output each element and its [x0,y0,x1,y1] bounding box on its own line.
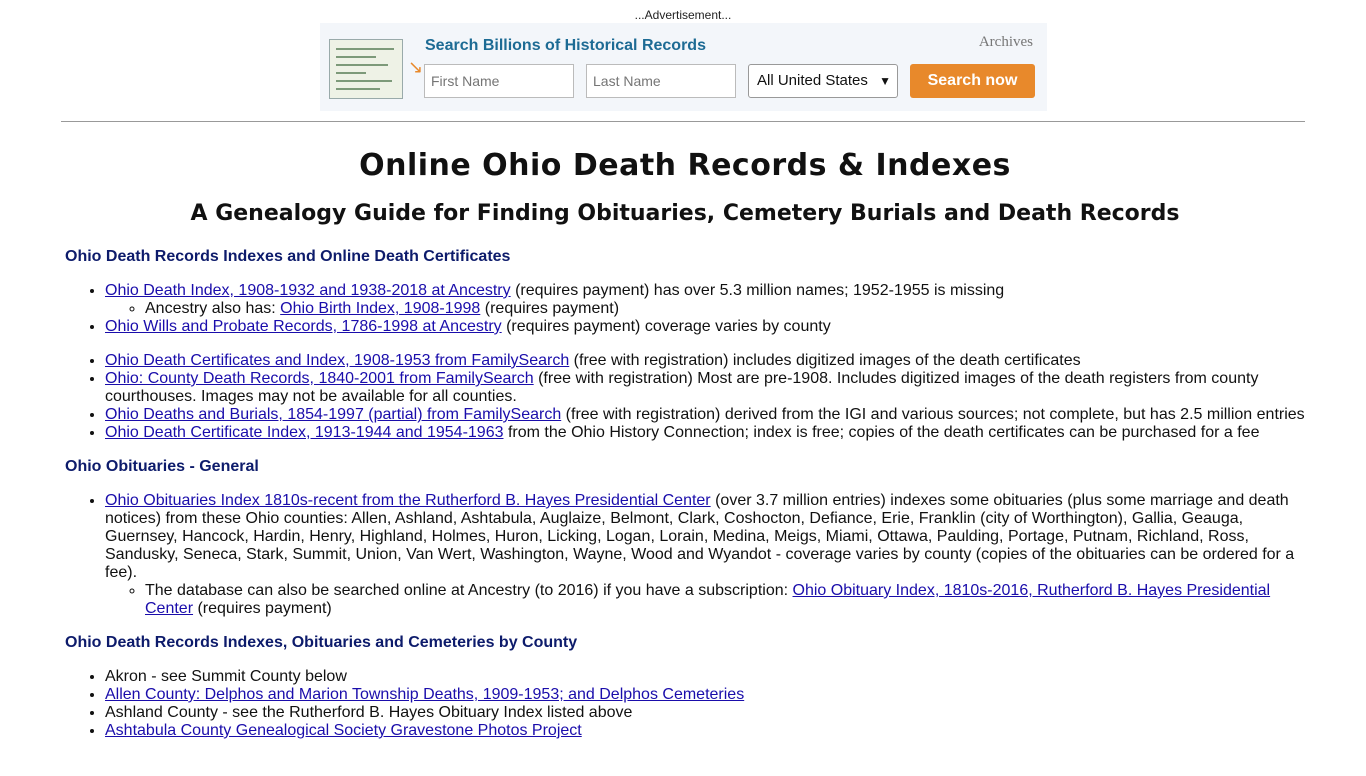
item-text: Akron - see Summit County below [105,668,347,685]
link[interactable]: Ohio Death Index, 1908-1932 and 1938-201… [105,282,511,299]
section-list: Akron - see Summit County below Allen Co… [65,668,1305,740]
page-subtitle: A Genealogy Guide for Finding Obituaries… [190,201,1180,226]
link[interactable]: Ohio Deaths and Burials, 1854-1997 (part… [105,406,561,423]
record-thumbnail-icon [329,39,403,99]
header-divider [61,121,1305,122]
link[interactable]: Ashtabula County Genealogical Society Gr… [105,722,582,739]
list-item: Ohio: County Death Records, 1840-2001 fr… [105,370,1305,406]
list-spacer [105,336,1305,352]
first-name-input[interactable] [424,64,574,98]
item-text: (requires payment) coverage varies by co… [501,318,831,335]
sub-list-item: The database can also be searched online… [145,582,1305,618]
sub-list-item: Ancestry also has: Ohio Birth Index, 190… [145,300,1305,318]
item-prefix: The database can also be searched online… [145,582,793,599]
link[interactable]: Ohio Death Certificate Index, 1913-1944 … [105,424,504,441]
section-list: Ohio Obituaries Index 1810s-recent from … [65,492,1305,618]
item-text: from the Ohio History Connection; index … [503,424,1260,441]
last-name-input[interactable] [586,64,736,98]
page-title: Online Ohio Death Records & Indexes [359,148,1011,183]
section-list: Ohio Death Index, 1908-1932 and 1938-201… [65,282,1305,442]
item-text: (requires payment) has over 5.3 million … [510,282,1005,299]
section-heading: Ohio Obituaries - General [65,458,259,475]
list-item: Ohio Death Index, 1908-1932 and 1938-201… [105,282,1305,318]
search-now-button[interactable]: Search now [910,64,1035,98]
list-item: Ashland County - see the Rutherford B. H… [105,704,1305,722]
section-heading: Ohio Death Records Indexes, Obituaries a… [65,634,578,651]
location-select-value: All United States [757,72,868,89]
list-item: Ohio Wills and Probate Records, 1786-199… [105,318,1305,336]
link[interactable]: Ohio: County Death Records, 1840-2001 fr… [105,370,534,387]
link[interactable]: Ohio Obituaries Index 1810s-recent from … [105,492,711,509]
archives-logo[interactable]: Archives [979,34,1033,51]
main-content: Online Ohio Death Records & Indexes A Ge… [65,138,1305,740]
link[interactable]: Allen County: Delphos and Marion Townshi… [105,686,744,703]
link[interactable]: Ohio Birth Index, 1908-1998 [280,300,480,317]
item-text: (free with registration) includes digiti… [569,352,1081,369]
ad-title: Search Billions of Historical Records [425,37,706,54]
item-text: Ashland County - see the Rutherford B. H… [105,704,633,721]
link[interactable]: Ohio Wills and Probate Records, 1786-199… [105,318,502,335]
list-item: Ashtabula County Genealogical Society Gr… [105,722,1305,740]
list-item: Allen County: Delphos and Marion Townshi… [105,686,1305,704]
section-heading: Ohio Death Records Indexes and Online De… [65,248,511,265]
link[interactable]: Ohio Death Certificates and Index, 1908-… [105,352,569,369]
advertisement-label: ...Advertisement... [634,8,732,22]
item-text: (free with registration) derived from th… [561,406,1305,423]
arrow-icon: ↘ [408,57,424,77]
list-item: Ohio Deaths and Burials, 1854-1997 (part… [105,406,1305,424]
item-prefix: Ancestry also has: [145,300,281,317]
item-text: (requires payment) [193,600,332,617]
chevron-down-icon: ▼ [879,74,891,88]
list-item: Akron - see Summit County below [105,668,1305,686]
location-select[interactable]: All United States ▼ [748,64,898,98]
list-item: Ohio Death Certificate Index, 1913-1944 … [105,424,1305,442]
item-text: (requires payment) [480,300,620,317]
list-item: Ohio Death Certificates and Index, 1908-… [105,352,1305,370]
list-item: Ohio Obituaries Index 1810s-recent from … [105,492,1305,618]
ad-search-banner: Search Billions of Historical Records Ar… [320,23,1047,111]
